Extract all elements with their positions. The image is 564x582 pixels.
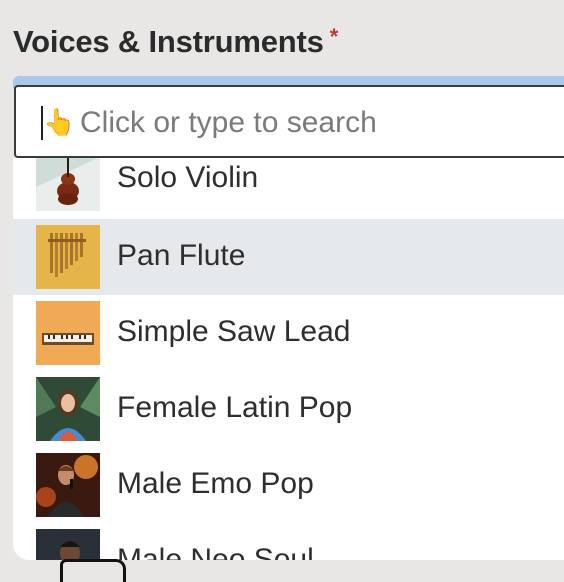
- required-indicator: *: [329, 24, 339, 49]
- pan-flute-thumbnail: [36, 225, 100, 289]
- search-placeholder: Click or type to search: [80, 106, 377, 139]
- option-label: Male Emo Pop: [117, 467, 314, 500]
- list-item-female-latin-pop[interactable]: Female Latin Pop: [13, 371, 564, 447]
- option-label: Male Neo Soul: [117, 543, 314, 560]
- partially-hidden-element: [60, 559, 126, 582]
- option-label: Pan Flute: [117, 239, 246, 272]
- list-item-male-neo-soul[interactable]: Male Neo Soul: [13, 523, 564, 560]
- violin-thumbnail: [36, 158, 100, 211]
- option-label: Female Latin Pop: [117, 391, 353, 424]
- male-singer-thumbnail: [36, 453, 100, 517]
- pointing-hand-icon: 👆: [43, 107, 76, 137]
- list-item-pan-flute[interactable]: Pan Flute: [13, 219, 564, 295]
- field-label-text: Voices & Instruments: [13, 24, 324, 59]
- list-item-solo-violin[interactable]: Solo Violin: [13, 158, 564, 217]
- option-label: Simple Saw Lead: [117, 315, 351, 348]
- field-label: Voices & Instruments *: [13, 24, 338, 60]
- list-item-simple-saw-lead[interactable]: Simple Saw Lead: [13, 295, 564, 371]
- synth-keyboard-thumbnail: [36, 301, 100, 365]
- female-singer-thumbnail: [36, 377, 100, 441]
- options-dropdown[interactable]: Solo Violin Pan Flute Simple Saw Lead Fe…: [13, 158, 564, 560]
- option-label: Solo Violin: [117, 161, 259, 194]
- list-item-male-emo-pop[interactable]: Male Emo Pop: [13, 447, 564, 523]
- search-input[interactable]: 👆 Click or type to search: [14, 85, 564, 158]
- male-soul-singer-thumbnail: [36, 529, 100, 560]
